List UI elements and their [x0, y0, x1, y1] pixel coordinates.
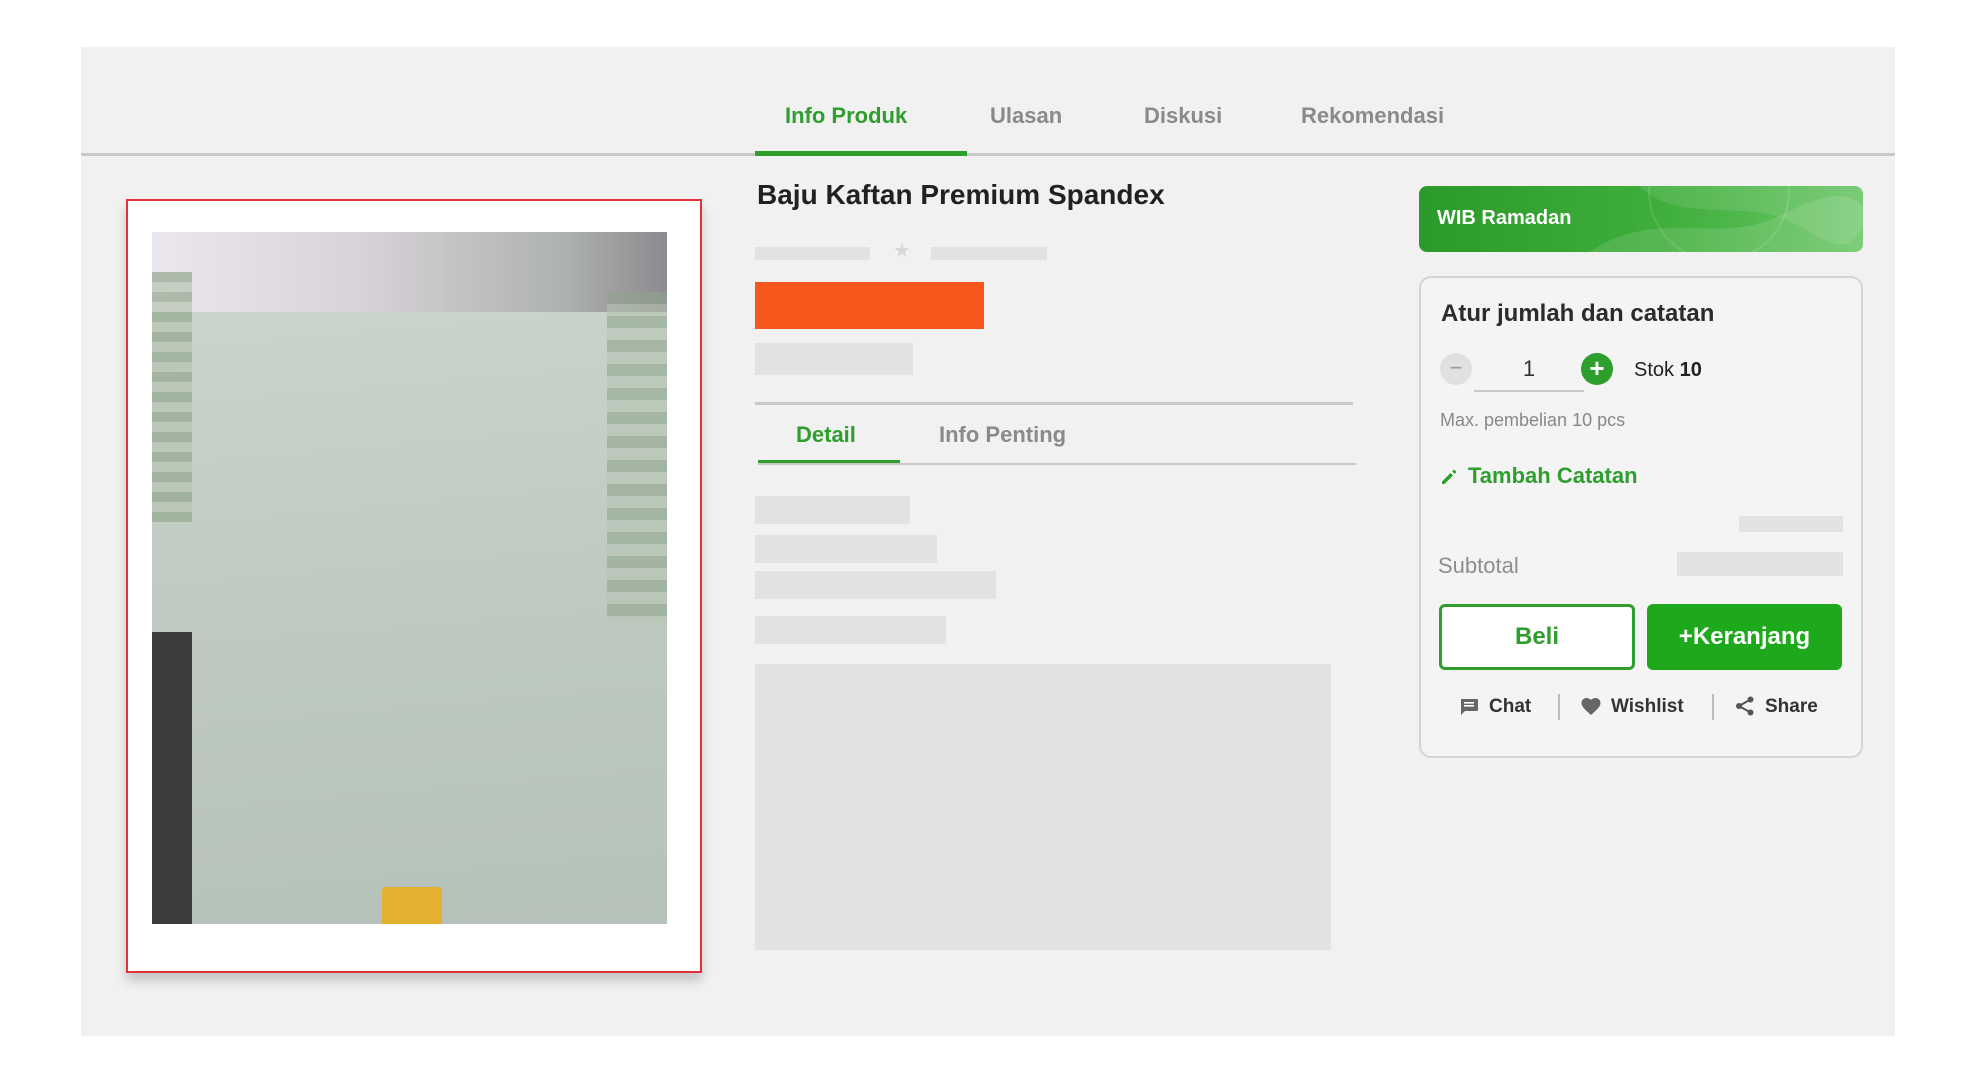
subtotal-label: Subtotal [1438, 553, 1519, 578]
chat-label: Chat [1489, 696, 1532, 717]
section-divider [755, 402, 1353, 405]
description-placeholder [755, 664, 1331, 950]
rating-star-icon: ★ [893, 240, 911, 262]
active-tab-indicator [755, 151, 967, 156]
product-tab-bar: Info Produk Ulasan Diskusi Rekomendasi [81, 47, 1895, 156]
discount-placeholder [755, 343, 913, 375]
share-button[interactable]: Share [1735, 696, 1818, 718]
photo-garment [152, 312, 667, 924]
sold-count-placeholder [755, 247, 870, 260]
tab-info-produk[interactable]: Info Produk [785, 103, 907, 129]
increase-quantity-button[interactable]: + [1581, 353, 1613, 385]
detail-line-placeholder [755, 616, 946, 644]
add-note-label: Tambah Catatan [1468, 463, 1638, 488]
chat-icon [1461, 699, 1478, 715]
action-separator [1712, 694, 1714, 720]
buy-button[interactable]: Beli [1439, 604, 1635, 670]
tab-rekomendasi[interactable]: Rekomendasi [1301, 103, 1444, 129]
photo-beadwork-right [607, 292, 667, 622]
max-purchase-note: Max. pembelian 10 pcs [1440, 410, 1626, 430]
quantity-input[interactable] [1474, 348, 1584, 392]
detail-line-placeholder [755, 571, 996, 599]
action-separator [1558, 694, 1560, 720]
promo-label: WIB Ramadan [1437, 207, 1572, 229]
stock-value: 10 [1679, 359, 1702, 381]
photo-beadwork-left [152, 272, 192, 522]
product-image-card[interactable] [126, 199, 702, 973]
photo-shadow [152, 632, 192, 924]
product-photo[interactable] [152, 232, 667, 924]
product-page-panel: Info Produk Ulasan Diskusi Rekomendasi B… [81, 47, 1895, 1036]
tab-detail[interactable]: Detail [796, 422, 856, 448]
pencil-icon [1442, 469, 1457, 484]
stock-info: Stok 10 [1634, 359, 1702, 382]
chat-button[interactable]: Chat [1459, 696, 1531, 718]
stock-label: Stok [1634, 359, 1675, 381]
share-icon [1736, 696, 1754, 716]
detail-tab-divider [758, 463, 1356, 465]
purchase-box: Atur jumlah dan catatan − + Stok 10 Max.… [1419, 276, 1863, 758]
tab-ulasan[interactable]: Ulasan [990, 103, 1062, 129]
add-to-cart-button[interactable]: +Keranjang [1647, 604, 1842, 670]
promo-banner[interactable]: WIB Ramadan [1419, 186, 1863, 252]
subtotal-strike-placeholder [1739, 516, 1843, 532]
heart-icon [1581, 698, 1601, 715]
wishlist-label: Wishlist [1611, 696, 1684, 717]
price-placeholder [755, 282, 984, 329]
subtotal-value-placeholder [1677, 552, 1843, 576]
tab-info-penting[interactable]: Info Penting [939, 422, 1066, 448]
decrease-quantity-button[interactable]: − [1440, 353, 1472, 385]
add-note-link[interactable]: Tambah Catatan [1440, 463, 1638, 489]
product-title: Baju Kaftan Premium Spandex [757, 179, 1165, 210]
purchase-box-title: Atur jumlah dan catatan [1441, 300, 1715, 327]
wishlist-button[interactable]: Wishlist [1581, 696, 1684, 718]
rating-placeholder [931, 247, 1047, 260]
share-label: Share [1765, 696, 1818, 717]
tab-diskusi[interactable]: Diskusi [1144, 103, 1222, 129]
detail-line-placeholder [755, 535, 937, 563]
watermark-logo [382, 887, 442, 924]
detail-line-placeholder [755, 496, 910, 524]
